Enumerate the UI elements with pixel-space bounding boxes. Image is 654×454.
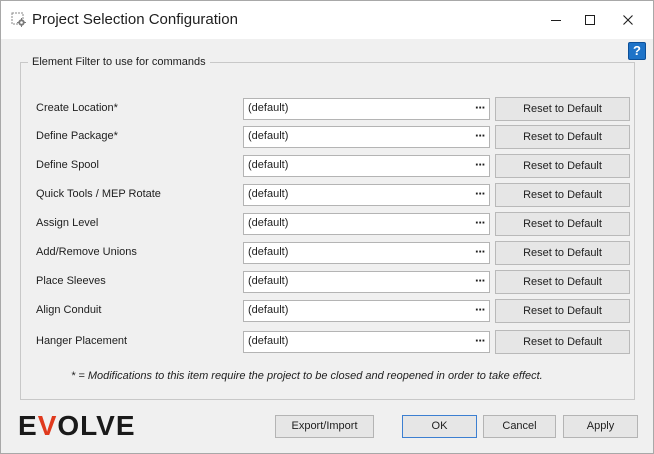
evolve-logo: EVOLVE	[18, 411, 136, 441]
filter-value-text: (default)	[248, 275, 289, 287]
close-button[interactable]	[607, 1, 649, 39]
filter-value-text: (default)	[248, 130, 289, 142]
browse-ellipsis-icon[interactable]: ···	[475, 302, 486, 317]
browse-ellipsis-icon[interactable]: ···	[475, 128, 486, 143]
filter-value-field[interactable]: (default) ···	[243, 242, 490, 264]
browse-ellipsis-icon[interactable]: ···	[475, 157, 486, 172]
logo-letter-v: V	[37, 410, 58, 441]
maximize-icon	[585, 15, 595, 25]
browse-ellipsis-icon[interactable]: ···	[475, 273, 486, 288]
export-import-button[interactable]: Export/Import	[275, 415, 374, 438]
reset-to-default-button[interactable]: Reset to Default	[495, 270, 630, 294]
filter-value-text: (default)	[248, 304, 289, 316]
reset-to-default-button[interactable]: Reset to Default	[495, 212, 630, 236]
close-icon	[623, 15, 633, 25]
reset-to-default-button[interactable]: Reset to Default	[495, 154, 630, 178]
filter-row-label: Quick Tools / MEP Rotate	[36, 188, 161, 200]
groupbox-legend: Element Filter to use for commands	[28, 56, 210, 68]
help-button[interactable]: ?	[628, 42, 646, 60]
filter-value-field[interactable]: (default) ···	[243, 271, 490, 293]
filter-value-text: (default)	[248, 188, 289, 200]
project-selection-configuration-dialog: Project Selection Configuration ? Elemen…	[0, 0, 654, 454]
filter-value-field[interactable]: (default) ···	[243, 184, 490, 206]
filter-value-field[interactable]: (default) ···	[243, 300, 490, 322]
filter-value-field[interactable]: (default) ···	[243, 155, 490, 177]
browse-ellipsis-icon[interactable]: ···	[475, 100, 486, 115]
filter-row-label: Add/Remove Unions	[36, 246, 137, 258]
reset-to-default-button[interactable]: Reset to Default	[495, 330, 630, 354]
filter-value-text: (default)	[248, 246, 289, 258]
restart-note: * = Modifications to this item require t…	[71, 370, 543, 382]
filter-value-text: (default)	[248, 217, 289, 229]
browse-ellipsis-icon[interactable]: ···	[475, 186, 486, 201]
title-bar: Project Selection Configuration	[1, 1, 653, 39]
settings-gear-icon	[11, 12, 27, 28]
reset-to-default-button[interactable]: Reset to Default	[495, 125, 630, 149]
reset-to-default-button[interactable]: Reset to Default	[495, 241, 630, 265]
browse-ellipsis-icon[interactable]: ···	[475, 215, 486, 230]
filter-value-field[interactable]: (default) ···	[243, 331, 490, 353]
browse-ellipsis-icon[interactable]: ···	[475, 244, 486, 259]
filter-row-label: Assign Level	[36, 217, 99, 229]
filter-value-text: (default)	[248, 335, 289, 347]
browse-ellipsis-icon[interactable]: ···	[475, 333, 486, 348]
maximize-button[interactable]	[569, 1, 611, 39]
window-title: Project Selection Configuration	[32, 11, 238, 28]
filter-row-label: Create Location*	[36, 102, 118, 114]
filter-value-field[interactable]: (default) ···	[243, 126, 490, 148]
cancel-button[interactable]: Cancel	[483, 415, 556, 438]
help-icon: ?	[633, 43, 641, 58]
logo-letters-rest: OLVE	[57, 410, 136, 441]
reset-to-default-button[interactable]: Reset to Default	[495, 97, 630, 121]
filter-value-text: (default)	[248, 159, 289, 171]
apply-button[interactable]: Apply	[563, 415, 638, 438]
filter-value-text: (default)	[248, 102, 289, 114]
filter-row-label: Align Conduit	[36, 304, 102, 316]
filter-row-label: Hanger Placement	[36, 335, 128, 347]
filter-value-field[interactable]: (default) ···	[243, 213, 490, 235]
reset-to-default-button[interactable]: Reset to Default	[495, 299, 630, 323]
filter-value-field[interactable]: (default) ···	[243, 98, 490, 120]
minimize-icon	[551, 15, 561, 25]
logo-letter-e: E	[18, 410, 38, 441]
filter-row-label: Define Package*	[36, 130, 118, 142]
filter-row-label: Place Sleeves	[36, 275, 106, 287]
ok-button[interactable]: OK	[402, 415, 477, 438]
reset-to-default-button[interactable]: Reset to Default	[495, 183, 630, 207]
filter-row-label: Define Spool	[36, 159, 99, 171]
